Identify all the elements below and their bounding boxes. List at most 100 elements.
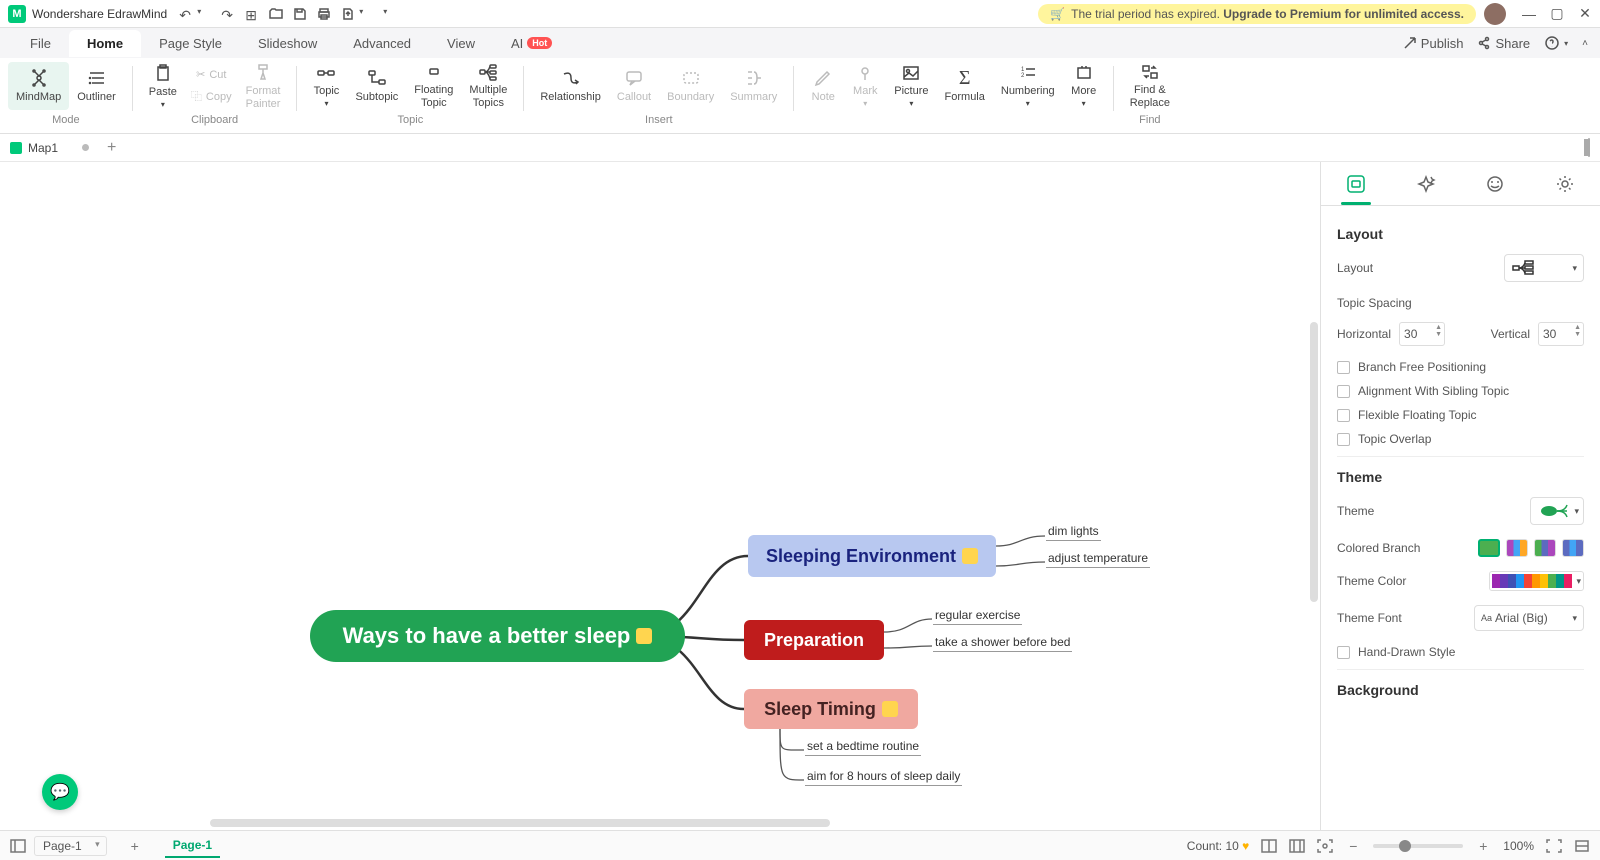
- topic-overlap-checkbox[interactable]: Topic Overlap: [1337, 432, 1584, 446]
- open-icon[interactable]: [269, 7, 283, 21]
- layout-selector[interactable]: ▾: [1504, 254, 1584, 282]
- undo-dropdown-icon[interactable]: ▾: [197, 7, 211, 21]
- horizontal-spacing-input[interactable]: 30▲▼: [1399, 322, 1445, 346]
- page-tab-1[interactable]: Page-1: [165, 834, 220, 858]
- mindmap-mode-button[interactable]: MindMap: [8, 62, 69, 110]
- spin-controls[interactable]: ▲▼: [1435, 324, 1442, 338]
- fit-page-button[interactable]: [1574, 838, 1590, 854]
- floating-topic-button[interactable]: Floating Topic: [406, 62, 461, 110]
- more-button[interactable]: More▾: [1063, 62, 1105, 110]
- panel-toggle-button[interactable]: [1588, 138, 1590, 157]
- mindmap-branch-sleep-timing[interactable]: Sleep Timing: [744, 689, 918, 729]
- format-painter-button[interactable]: Format Painter: [238, 62, 289, 110]
- mindmap-branch-preparation[interactable]: Preparation: [744, 620, 884, 660]
- leaf-dim-lights[interactable]: dim lights: [1046, 524, 1101, 541]
- paste-button[interactable]: Paste ▾: [141, 62, 185, 110]
- theme-color-selector[interactable]: ▾: [1489, 571, 1584, 591]
- add-page-button[interactable]: +: [127, 838, 143, 854]
- mindmap-branch-sleeping-environment[interactable]: Sleeping Environment: [748, 535, 996, 577]
- copy-button[interactable]: ⿻Copy: [185, 86, 238, 108]
- relationship-button[interactable]: Relationship: [532, 62, 609, 110]
- zoom-value[interactable]: 100%: [1503, 839, 1534, 853]
- subtopic-button[interactable]: Subtopic: [347, 62, 406, 110]
- cut-button[interactable]: ✂Cut: [185, 64, 238, 86]
- multiple-topics-button[interactable]: Multiple Topics: [461, 62, 515, 110]
- menu-view[interactable]: View: [429, 30, 493, 57]
- leaf-regular-exercise[interactable]: regular exercise: [933, 608, 1022, 625]
- new-tab-button[interactable]: +: [107, 139, 116, 157]
- vertical-scrollbar[interactable]: [1310, 322, 1318, 602]
- spin-controls[interactable]: ▲▼: [1574, 324, 1581, 338]
- chat-assistant-button[interactable]: 💬: [42, 774, 78, 810]
- flex-floating-checkbox[interactable]: Flexible Floating Topic: [1337, 408, 1584, 422]
- publish-button[interactable]: Publish: [1403, 36, 1464, 51]
- share-button[interactable]: Share: [1477, 36, 1530, 51]
- view-mode-1[interactable]: [1261, 838, 1277, 854]
- note-attachment-icon[interactable]: [882, 701, 898, 717]
- note-attachment-icon[interactable]: [962, 548, 978, 564]
- print-icon[interactable]: [317, 7, 331, 21]
- menu-page-style[interactable]: Page Style: [141, 30, 240, 57]
- collapse-ribbon-button[interactable]: ˄: [1582, 38, 1588, 49]
- hand-drawn-checkbox[interactable]: Hand-Drawn Style: [1337, 645, 1584, 659]
- save-icon[interactable]: [293, 7, 307, 21]
- vertical-spacing-input[interactable]: 30▲▼: [1538, 322, 1584, 346]
- align-sibling-checkbox[interactable]: Alignment With Sibling Topic: [1337, 384, 1584, 398]
- leaf-8-hours[interactable]: aim for 8 hours of sleep daily: [805, 769, 962, 786]
- leaf-bedtime-routine[interactable]: set a bedtime routine: [805, 739, 921, 756]
- undo-icon[interactable]: ↶: [179, 7, 193, 21]
- export-dropdown-icon[interactable]: ▾: [359, 7, 373, 21]
- zoom-out-button[interactable]: −: [1345, 838, 1361, 854]
- menu-file[interactable]: File: [12, 30, 69, 57]
- zoom-in-button[interactable]: +: [1475, 838, 1491, 854]
- tab-settings[interactable]: [1530, 162, 1600, 205]
- callout-button[interactable]: Callout: [609, 62, 659, 110]
- mark-button[interactable]: Mark▾: [844, 62, 886, 110]
- formula-button[interactable]: ΣFormula: [937, 62, 993, 110]
- tab-layout[interactable]: [1321, 162, 1391, 205]
- redo-icon[interactable]: ↷: [221, 7, 235, 21]
- branch-swatch-4[interactable]: [1562, 539, 1584, 557]
- minimize-icon[interactable]: —: [1522, 7, 1536, 21]
- trial-banner[interactable]: 🛒 The trial period has expired. Upgrade …: [1038, 4, 1476, 24]
- zoom-slider[interactable]: [1373, 844, 1463, 848]
- find-replace-button[interactable]: Find & Replace: [1122, 62, 1178, 110]
- new-icon[interactable]: ⊞: [245, 7, 259, 21]
- quick-toolbar-menu-icon[interactable]: ▾: [383, 7, 397, 21]
- help-button[interactable]: ▾: [1544, 35, 1568, 51]
- close-icon[interactable]: ✕: [1578, 7, 1592, 21]
- branch-swatch-2[interactable]: [1506, 539, 1528, 557]
- branch-free-checkbox[interactable]: Branch Free Positioning: [1337, 360, 1584, 374]
- tab-ai[interactable]: [1391, 162, 1461, 205]
- focus-mode-button[interactable]: [1317, 838, 1333, 854]
- boundary-button[interactable]: Boundary: [659, 62, 722, 110]
- outliner-mode-button[interactable]: Outliner: [69, 62, 124, 110]
- note-button[interactable]: Note: [802, 62, 844, 110]
- document-tab-map1[interactable]: Map1: [10, 141, 89, 155]
- menu-ai[interactable]: AI Hot: [493, 30, 570, 57]
- zoom-thumb[interactable]: [1399, 840, 1411, 852]
- canvas[interactable]: Ways to have a better sleep Sleeping Env…: [0, 162, 1320, 812]
- tab-icons[interactable]: [1461, 162, 1531, 205]
- view-mode-2[interactable]: [1289, 838, 1305, 854]
- mindmap-root-node[interactable]: Ways to have a better sleep: [310, 610, 685, 662]
- horizontal-scrollbar[interactable]: [210, 819, 830, 827]
- leaf-shower-before-bed[interactable]: take a shower before bed: [933, 635, 1072, 652]
- pages-panel-button[interactable]: [10, 838, 26, 854]
- fullscreen-button[interactable]: [1546, 838, 1562, 854]
- branch-swatch-1[interactable]: [1478, 539, 1500, 557]
- theme-font-selector[interactable]: AaArial (Big) ▾: [1474, 605, 1584, 631]
- export-icon[interactable]: [341, 7, 355, 21]
- maximize-icon[interactable]: ▢: [1550, 7, 1564, 21]
- menu-slideshow[interactable]: Slideshow: [240, 30, 335, 57]
- page-dropdown[interactable]: Page-1: [34, 836, 107, 856]
- numbering-button[interactable]: 12Numbering▾: [993, 62, 1063, 110]
- leaf-adjust-temperature[interactable]: adjust temperature: [1046, 551, 1150, 568]
- branch-swatch-3[interactable]: [1534, 539, 1556, 557]
- summary-button[interactable]: Summary: [722, 62, 785, 110]
- menu-home[interactable]: Home: [69, 30, 141, 57]
- avatar[interactable]: [1484, 3, 1506, 25]
- picture-button[interactable]: Picture▾: [886, 62, 936, 110]
- topic-button[interactable]: Topic▾: [305, 62, 347, 110]
- theme-selector[interactable]: ▾: [1530, 497, 1584, 525]
